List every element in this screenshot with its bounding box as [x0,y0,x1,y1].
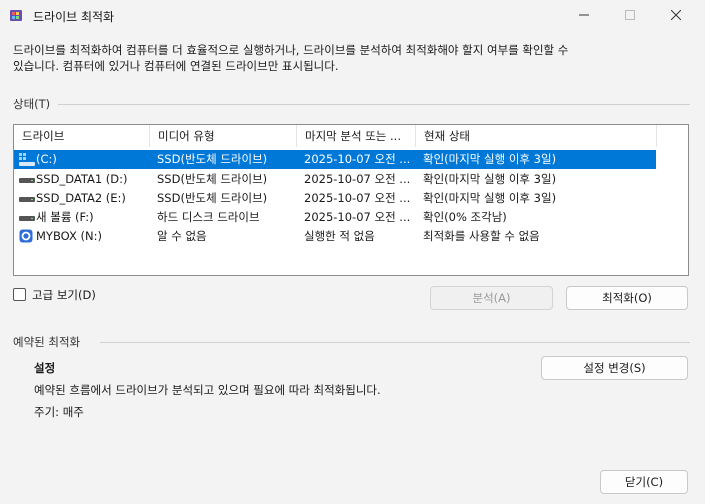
current-status: 확인(마지막 실행 이후 3일) [423,191,557,205]
scheduled-divider [100,342,690,343]
description: 드라이브를 최적화하여 컴퓨터를 더 효율적으로 실행하거나, 드라이브를 분석… [13,42,693,74]
column-last-analyzed[interactable]: 마지막 분석 또는 ... [297,125,416,147]
current-status: 확인(마지막 실행 이후 3일) [423,172,557,186]
cloud-drive-icon [19,229,33,243]
drive-list-header: 드라이브 미디어 유형 마지막 분석 또는 ... 현재 상태 [14,125,688,147]
scheduled-label: 예약된 최적화 [13,335,81,349]
window-title: 드라이브 최적화 [33,10,115,24]
media-type: 알 수 없음 [157,229,207,243]
drive-list[interactable]: 드라이브 미디어 유형 마지막 분석 또는 ... 현재 상태 (C:) SSD… [13,124,689,276]
last-analyzed: 실행한 적 없음 [304,229,375,243]
current-status: 최적화를 사용할 수 없음 [423,229,540,243]
drive-row-n[interactable]: MYBOX (N:) 알 수 없음 실행한 적 없음 최적화를 사용할 수 없음 [14,227,656,246]
settings-title: 설정 [34,361,56,375]
status-divider [58,104,690,105]
drive-row-e[interactable]: SSD_DATA2 (E:) SSD(반도체 드라이브) 2025-10-07 … [14,189,656,208]
drive-row-f[interactable]: 새 볼륨 (F:) 하드 디스크 드라이브 2025-10-07 오전 ... … [14,208,656,227]
advanced-view-label[interactable]: 고급 보기(D) [32,287,96,303]
drive-name: MYBOX (N:) [36,229,102,243]
close-window-button[interactable] [653,0,699,30]
drive-row-c[interactable]: (C:) SSD(반도체 드라이브) 2025-10-07 오전 ... 확인(… [14,150,656,169]
current-status: 확인(마지막 실행 이후 3일) [423,152,557,166]
column-media-type[interactable]: 미디어 유형 [150,125,297,147]
system-drive-icon [19,153,35,166]
close-button[interactable]: 닫기(C) [600,470,688,494]
maximize-icon [625,10,635,20]
column-drive[interactable]: 드라이브 [14,125,150,147]
media-type: 하드 디스크 드라이브 [157,210,260,224]
current-status: 확인(0% 조각남) [423,210,507,224]
last-analyzed: 2025-10-07 오전 ... [304,152,411,166]
last-analyzed: 2025-10-07 오전 ... [304,172,411,186]
media-type: SSD(반도체 드라이브) [157,172,268,186]
last-analyzed: 2025-10-07 오전 ... [304,210,411,224]
drive-icon [19,197,35,202]
description-line-2: 있습니다. 컴퓨터에 있거나 컴퓨터에 연결된 드라이브만 표시됩니다. [13,59,339,73]
settings-description: 예약된 흐름에서 드라이브가 분석되고 있으며 필요에 따라 최적화됩니다. [34,383,381,397]
media-type: SSD(반도체 드라이브) [157,152,268,166]
last-analyzed: 2025-10-07 오전 ... [304,191,411,205]
drive-icon [19,178,35,183]
drive-icon [19,216,35,221]
drive-name: 새 볼륨 (F:) [36,210,94,224]
drive-name: (C:) [36,152,57,166]
minimize-button[interactable] [561,0,607,30]
column-current-status[interactable]: 현재 상태 [416,125,657,147]
analyze-button[interactable]: 분석(A) [430,286,553,310]
description-line-1: 드라이브를 최적화하여 컴퓨터를 더 효율적으로 실행하거나, 드라이브를 분석… [13,43,569,57]
frequency-text: 주기: 매주 [34,405,84,419]
change-settings-button[interactable]: 설정 변경(S) [541,356,688,380]
drive-name: SSD_DATA2 (E:) [36,191,126,205]
advanced-view-checkbox[interactable] [13,288,26,301]
optimize-button[interactable]: 최적화(O) [566,286,688,310]
title-bar: 드라이브 최적화 [0,0,705,30]
drive-name: SSD_DATA1 (D:) [36,172,128,186]
media-type: SSD(반도체 드라이브) [157,191,268,205]
minimize-icon [579,14,589,16]
defrag-app-icon [10,10,22,21]
maximize-button[interactable] [607,0,653,30]
status-label: 상태(T) [13,97,51,111]
drive-row-d[interactable]: SSD_DATA1 (D:) SSD(반도체 드라이브) 2025-10-07 … [14,170,656,189]
close-icon [671,10,681,20]
